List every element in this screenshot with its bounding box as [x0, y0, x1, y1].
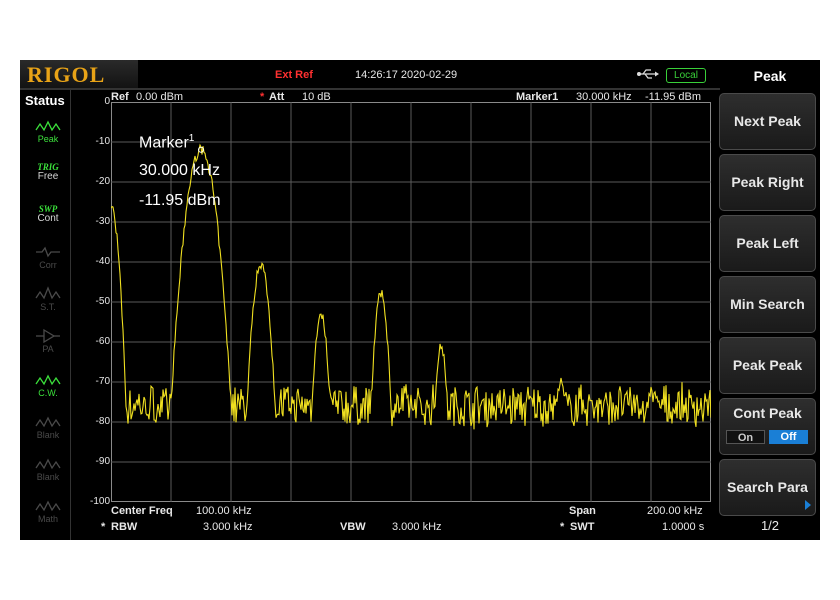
blank-wave-icon — [35, 458, 61, 470]
search-para-button[interactable]: Search Para — [719, 459, 816, 516]
cont-peak-label: Cont Peak — [733, 405, 802, 421]
y-tick-label: -60 — [95, 336, 110, 347]
swt-star: * — [560, 521, 565, 533]
rbw-value: 3.000 kHz — [203, 521, 253, 533]
marker-box-freq: 30.000 kHz — [139, 162, 220, 179]
usb-icon — [637, 69, 659, 79]
y-tick-label: -40 — [95, 256, 110, 267]
peak-peak-button[interactable]: Peak Peak — [719, 337, 816, 394]
status-st-label: S.T. — [40, 302, 56, 312]
corr-wave-icon — [36, 246, 60, 258]
cont-peak-off-option[interactable]: Off — [769, 430, 808, 444]
peak-peak-label: Peak Peak — [732, 357, 803, 373]
rbw-star: * — [101, 521, 106, 533]
y-tick-label: -50 — [95, 296, 110, 307]
swt-label: SWT — [570, 521, 595, 533]
peak-left-button[interactable]: Peak Left — [719, 215, 816, 272]
status-pa: PA — [30, 328, 66, 364]
status-math-label: Math — [37, 514, 58, 524]
st-wave-icon — [35, 286, 61, 300]
y-tick-label: -20 — [95, 176, 110, 187]
y-tick-label: -100 — [89, 496, 110, 507]
status-trig: TRIG Free — [30, 162, 66, 198]
status-swp: SWP Cont — [30, 204, 66, 240]
y-tick-label: 0 — [104, 96, 110, 107]
min-search-button[interactable]: Min Search — [719, 276, 816, 333]
next-peak-label: Next Peak — [734, 113, 801, 129]
peak-right-button[interactable]: Peak Right — [719, 154, 816, 211]
status-blank-label: Blank — [36, 430, 60, 440]
y-tick-label: -30 — [95, 216, 110, 227]
peak-wave-icon — [35, 120, 61, 132]
vbw-value: 3.000 kHz — [392, 521, 442, 533]
center-freq-value: 100.00 kHz — [196, 505, 252, 517]
status-cw-label: C.W. — [38, 388, 58, 398]
y-tick-label: -90 — [95, 456, 110, 467]
search-para-label: Search Para — [727, 479, 808, 495]
cont-peak-on-option[interactable]: On — [726, 430, 765, 444]
cw-wave-icon — [35, 374, 61, 386]
status-pa-label: PA — [42, 344, 54, 354]
rbw-label: RBW — [111, 521, 138, 533]
status-trig-value: Free — [37, 171, 59, 182]
center-freq-label: Center Freq — [111, 505, 173, 517]
menu-title: Peak — [753, 68, 787, 84]
status-peak: Peak — [30, 118, 66, 154]
local-badge: Local — [666, 68, 706, 83]
submenu-arrow-icon — [805, 500, 811, 510]
peak-right-label: Peak Right — [731, 174, 804, 190]
cont-peak-toggle[interactable]: On Off — [726, 430, 808, 444]
status-st: S.T. — [30, 286, 66, 322]
math-wave-icon — [35, 500, 61, 512]
cont-peak-button[interactable]: Cont Peak On Off — [719, 398, 816, 455]
min-search-label: Min Search — [730, 296, 805, 312]
logo-text: RIGOL — [27, 62, 106, 87]
status-corr-label: Corr — [39, 260, 57, 270]
rigol-logo: RIGOL — [20, 60, 138, 90]
peak-left-label: Peak Left — [736, 235, 799, 251]
status-title: Status — [25, 93, 65, 108]
span-label: Span — [569, 505, 596, 517]
date-time: 14:26:17 2020-02-29 — [355, 69, 458, 81]
menu-page-indicator: 1/2 — [760, 518, 780, 533]
analyzer-screen: RIGOL Ext Ref 14:26:17 2020-02-29 Local … — [20, 60, 820, 540]
status-math: Math — [30, 498, 66, 534]
ext-ref-indicator: Ext Ref — [275, 69, 313, 81]
marker-box-amp: -11.95 dBm — [139, 192, 221, 209]
status-divider — [70, 90, 71, 540]
status-peak-label: Peak — [37, 134, 59, 144]
vbw-label: VBW — [340, 521, 366, 533]
pa-icon — [36, 328, 60, 344]
marker-box-title-text: Marker — [139, 134, 189, 152]
header-divider — [20, 88, 720, 90]
status-blank-1: Blank — [30, 414, 66, 450]
status-blank-2: Blank — [30, 456, 66, 492]
status-corr: Corr — [30, 244, 66, 280]
marker-box-title: Marker1 — [139, 133, 194, 152]
y-tick-label: -80 — [95, 416, 110, 427]
y-tick-label: -10 — [95, 136, 110, 147]
span-value: 200.00 kHz — [647, 505, 703, 517]
status-cw: C.W. — [30, 372, 66, 408]
next-peak-button[interactable]: Next Peak — [719, 93, 816, 150]
blank-wave-icon — [35, 416, 61, 428]
swt-value: 1.0000 s — [662, 521, 705, 533]
y-tick-label: -70 — [95, 376, 110, 387]
status-blank-label: Blank — [36, 472, 60, 482]
status-swp-value: Cont — [37, 213, 59, 224]
marker-box-number: 1 — [188, 133, 195, 144]
